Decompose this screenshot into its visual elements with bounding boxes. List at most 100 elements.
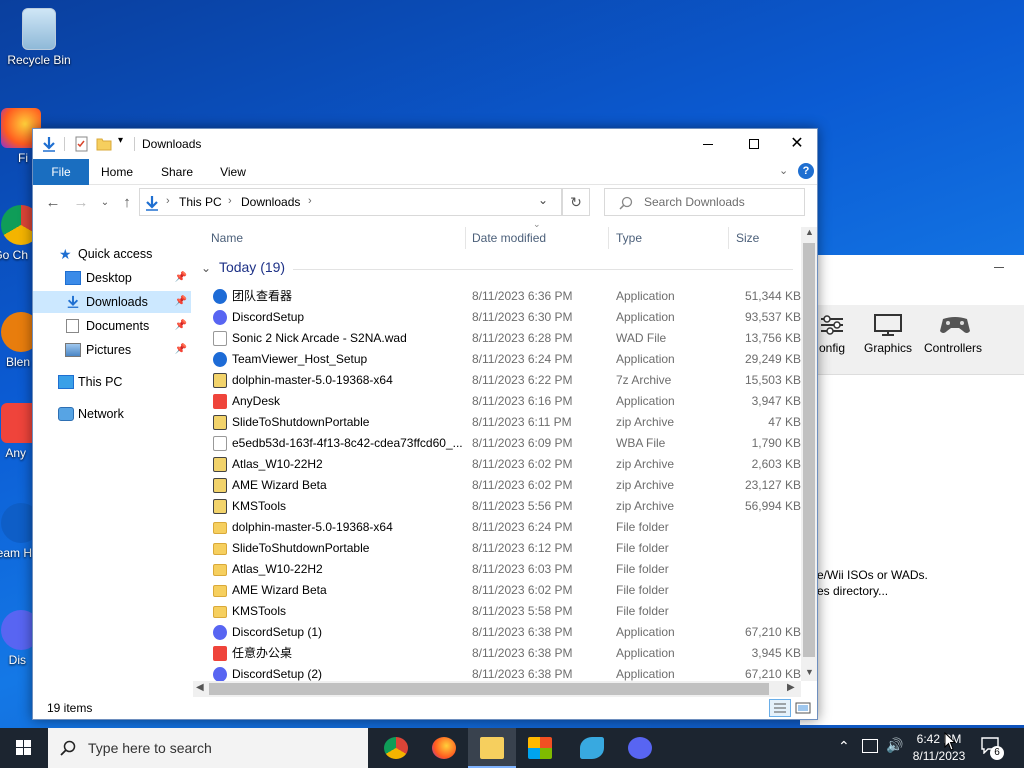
back-button[interactable]: ← (43, 193, 63, 213)
scroll-up-arrow[interactable]: ▲ (805, 227, 814, 237)
file-row[interactable]: KMSTools 8/11/2023 5:56 PM zip Archive 56,9… (193, 496, 801, 517)
file-row[interactable]: DiscordSetup (1) 8/11/2023 6:38 PM Applica… (193, 622, 801, 643)
taskbar-firefox[interactable] (420, 728, 468, 768)
scroll-left-arrow[interactable]: ◀ (196, 682, 204, 693)
nav-desktop[interactable]: Desktop 📌 (33, 267, 191, 289)
file-date-modified: 8/11/2023 6:09 PM (472, 436, 573, 450)
file-row[interactable]: 任意办公桌 8/11/2023 6:38 PM Application 3,945 K… (193, 643, 801, 664)
volume-tray-icon[interactable]: 🔊 (886, 737, 903, 754)
new-folder-icon[interactable] (96, 136, 112, 152)
nav-downloads[interactable]: Downloads 📌 (33, 291, 191, 313)
horizontal-scrollbar[interactable]: ◀ ▶ (193, 681, 801, 697)
taskbar-file-explorer[interactable] (468, 728, 516, 768)
large-icons-view-button[interactable] (795, 700, 813, 716)
mouse-cursor-icon (944, 732, 957, 751)
file-row[interactable]: 团队查看器 8/11/2023 6:36 PM Application 51,344 … (193, 286, 801, 307)
clock[interactable]: 6:42 PM 8/11/2023 (908, 731, 970, 765)
file-name: KMSTools (232, 604, 287, 618)
search-box[interactable]: Search Downloads (604, 188, 805, 216)
file-row[interactable]: Sonic 2 Nick Arcade - S2NA.wad 8/11/2023 … (193, 328, 801, 349)
breadcrumb-downloads[interactable]: Downloads (241, 195, 300, 209)
breadcrumb-this-pc[interactable]: This PC (179, 195, 222, 209)
file-type: Application (616, 625, 675, 639)
recent-locations-button[interactable]: ⌄ (95, 193, 115, 213)
column-name[interactable]: Name (211, 223, 243, 253)
file-size: 56,994 KB (744, 499, 801, 513)
file-row[interactable]: SlideToShutdownPortable 8/11/2023 6:12 PM… (193, 538, 801, 559)
file-row[interactable]: AnyDesk 8/11/2023 6:16 PM Application 3,947… (193, 391, 801, 412)
help-icon[interactable]: ? (798, 163, 814, 179)
forward-button[interactable]: → (71, 193, 91, 213)
refresh-button[interactable]: ↻ (562, 188, 590, 216)
minimize-icon[interactable] (994, 267, 1004, 268)
file-row[interactable]: SlideToShutdownPortable 8/11/2023 6:11 PM… (193, 412, 801, 433)
file-date-modified: 8/11/2023 6:02 PM (472, 457, 573, 471)
details-view-button[interactable] (769, 699, 791, 717)
group-header-today[interactable]: ⌄ Today (19) (201, 259, 285, 279)
nav-quick-access[interactable]: ★ Quick access (33, 243, 191, 265)
minimize-button[interactable] (685, 129, 731, 159)
start-button[interactable] (0, 728, 48, 768)
file-row[interactable]: KMSTools 8/11/2023 5:58 PM File folder (193, 601, 801, 622)
horizontal-scrollbar-thumb[interactable] (209, 683, 769, 695)
taskbar-store[interactable] (516, 728, 564, 768)
maximize-button[interactable] (731, 129, 777, 159)
taskbar-discord[interactable] (616, 728, 664, 768)
scroll-right-arrow[interactable]: ▶ (787, 682, 795, 693)
column-size[interactable]: Size (736, 223, 759, 253)
controllers-label: Controllers (923, 341, 983, 355)
scroll-down-arrow[interactable]: ▼ (805, 667, 814, 677)
address-dropdown-icon[interactable]: ⌄ (538, 193, 548, 207)
config-button[interactable]: onfig (812, 313, 852, 355)
config-label: onfig (818, 341, 846, 355)
file-date-modified: 8/11/2023 5:58 PM (472, 604, 573, 618)
expand-ribbon-icon[interactable]: ⌄ (779, 164, 788, 177)
tab-file[interactable]: File (33, 159, 89, 185)
show-hidden-icons-button[interactable]: ⌃ (838, 738, 850, 755)
file-type: zip Archive (616, 457, 675, 471)
controllers-button[interactable]: Controllers (920, 313, 986, 355)
action-center-button[interactable]: 6 (980, 736, 1006, 760)
discord-icon (213, 625, 227, 640)
vertical-scrollbar[interactable]: ▲ ▼ (801, 227, 817, 681)
file-row[interactable]: AME Wizard Beta 8/11/2023 6:02 PM File fol… (193, 580, 801, 601)
tab-share[interactable]: Share (153, 159, 201, 185)
details-view-icon (774, 703, 786, 713)
column-type[interactable]: Type (616, 223, 642, 253)
file-name: Atlas_W10-22H2 (232, 457, 323, 471)
file-row[interactable]: dolphin-master-5.0-19368-x64 8/11/2023 6:… (193, 517, 801, 538)
recycle-bin-icon (22, 8, 56, 50)
file-date-modified: 8/11/2023 6:11 PM (472, 415, 572, 429)
file-row[interactable]: AME Wizard Beta 8/11/2023 6:02 PM zip Arch… (193, 475, 801, 496)
tab-home[interactable]: Home (93, 159, 141, 185)
pin-icon: 📌 (174, 344, 187, 355)
taskbar-chrome[interactable] (372, 728, 420, 768)
customize-qat-icon[interactable]: ▾ (118, 135, 123, 146)
desktop-icon-recycle-bin[interactable]: Recycle Bin (4, 8, 74, 67)
file-row[interactable]: TeamViewer_Host_Setup 8/11/2023 6:24 PM Ap… (193, 349, 801, 370)
nav-network[interactable]: Network (33, 403, 191, 425)
graphics-button[interactable]: Graphics (860, 313, 916, 355)
file-row[interactable]: DiscordSetup 8/11/2023 6:30 PM Application… (193, 307, 801, 328)
file-row[interactable]: Atlas_W10-22H2 8/11/2023 6:03 PM File fold… (193, 559, 801, 580)
anydesk-icon (213, 646, 227, 661)
file-explorer-icon (480, 737, 504, 759)
file-row[interactable]: e5edb53d-163f-4f13-8c42-cdea73ffcd60_...… (193, 433, 801, 454)
file-row[interactable]: Atlas_W10-22H2 8/11/2023 6:02 PM zip Archi… (193, 454, 801, 475)
scrollbar-thumb[interactable] (803, 243, 815, 657)
file-type: Application (616, 310, 675, 324)
network-tray-icon[interactable] (862, 739, 878, 753)
dolphin-empty-message: e/Wii ISOs or WADs. es directory... (817, 568, 928, 598)
nav-this-pc[interactable]: This PC (33, 371, 191, 393)
address-bar[interactable]: › This PC › Downloads › ⌄ (139, 188, 562, 216)
up-button[interactable]: ↑ (117, 193, 137, 213)
taskbar-dolphin[interactable] (568, 728, 616, 768)
properties-icon[interactable] (74, 136, 90, 152)
file-date-modified: 8/11/2023 6:38 PM (472, 625, 573, 639)
nav-documents[interactable]: Documents 📌 (33, 315, 191, 337)
tab-view[interactable]: View (209, 159, 257, 185)
file-row[interactable]: dolphin-master-5.0-19368-x64 8/11/2023 6:… (193, 370, 801, 391)
close-button[interactable]: ✕ (777, 129, 817, 159)
taskbar-search-box[interactable]: Type here to search (48, 728, 368, 768)
nav-pictures[interactable]: Pictures 📌 (33, 339, 191, 361)
